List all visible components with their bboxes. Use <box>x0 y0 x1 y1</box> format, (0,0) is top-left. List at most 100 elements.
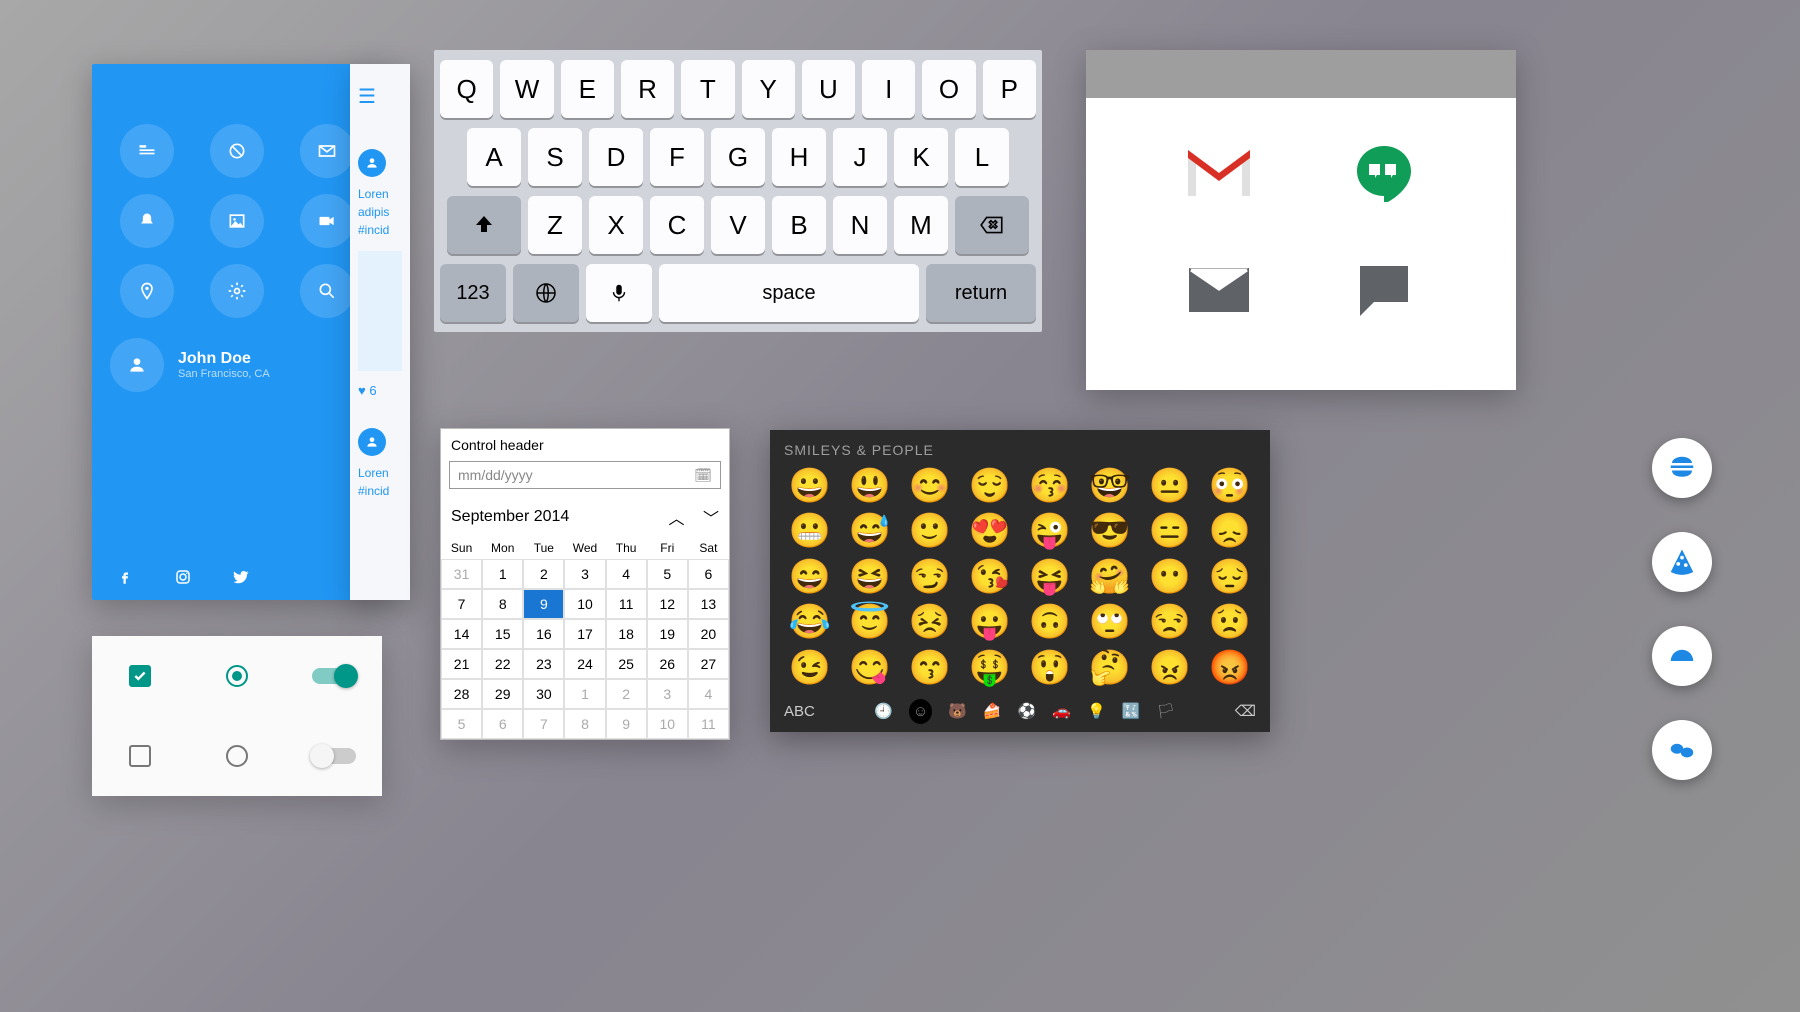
key-a[interactable]: A <box>467 128 521 186</box>
mic-key[interactable] <box>586 264 652 322</box>
key-z[interactable]: Z <box>528 196 582 254</box>
pizza-fab[interactable] <box>1652 532 1712 592</box>
emoji-cell[interactable]: 😍 <box>964 513 1016 550</box>
emoji-cell[interactable]: 😅 <box>844 513 896 550</box>
calendar-day[interactable]: 12 <box>647 589 688 619</box>
emoji-cell[interactable]: 😋 <box>844 650 896 687</box>
sushi-fab[interactable] <box>1652 720 1712 780</box>
key-r[interactable]: R <box>621 60 674 118</box>
calendar-day[interactable]: 9 <box>606 709 647 739</box>
abc-button[interactable]: ABC <box>784 703 815 720</box>
prev-month-icon[interactable]: ︿ <box>669 511 685 528</box>
travel-category-icon[interactable]: 🚗 <box>1052 702 1071 720</box>
emoji-cell[interactable]: 😀 <box>784 468 836 505</box>
like-count[interactable]: ♥ 6 <box>358 383 402 398</box>
calendar-day[interactable]: 3 <box>564 559 605 589</box>
calendar-day[interactable]: 8 <box>564 709 605 739</box>
recent-category-icon[interactable]: 🕘 <box>874 702 893 720</box>
calendar-day[interactable]: 7 <box>523 709 564 739</box>
emoji-cell[interactable]: 😐 <box>1144 468 1196 505</box>
calendar-day[interactable]: 13 <box>688 589 729 619</box>
key-u[interactable]: U <box>802 60 855 118</box>
symbols-category-icon[interactable]: 🔣 <box>1122 702 1141 720</box>
key-k[interactable]: K <box>894 128 948 186</box>
twitter-icon[interactable] <box>232 568 250 586</box>
key-w[interactable]: W <box>500 60 553 118</box>
calendar-day[interactable]: 30 <box>523 679 564 709</box>
objects-category-icon[interactable]: 💡 <box>1087 702 1106 720</box>
calendar-day[interactable]: 31 <box>441 559 482 589</box>
calendar-day[interactable]: 6 <box>688 559 729 589</box>
feed-icon[interactable] <box>120 124 174 178</box>
emoji-cell[interactable]: 😠 <box>1144 650 1196 687</box>
calendar-day[interactable]: 10 <box>647 709 688 739</box>
instagram-icon[interactable] <box>174 568 192 586</box>
emoji-cell[interactable]: 🙄 <box>1084 604 1136 641</box>
key-s[interactable]: S <box>528 128 582 186</box>
calendar-day[interactable]: 23 <box>523 649 564 679</box>
video-icon[interactable] <box>300 194 354 248</box>
key-j[interactable]: J <box>833 128 887 186</box>
animals-category-icon[interactable]: 🐻 <box>948 702 967 720</box>
calendar-day[interactable]: 24 <box>564 649 605 679</box>
emoji-cell[interactable]: 😶 <box>1144 559 1196 596</box>
gmail-icon[interactable] <box>1166 144 1271 202</box>
radio-unselected[interactable] <box>226 745 248 767</box>
space-key[interactable]: space <box>659 264 919 322</box>
calendar-day[interactable]: 18 <box>606 619 647 649</box>
calendar-day[interactable]: 11 <box>688 709 729 739</box>
emoji-cell[interactable]: 😟 <box>1204 604 1256 641</box>
burger-fab[interactable] <box>1652 438 1712 498</box>
emoji-cell[interactable]: 😄 <box>784 559 836 596</box>
calendar-day[interactable]: 16 <box>523 619 564 649</box>
hangouts-icon[interactable] <box>1331 144 1436 202</box>
emoji-cell[interactable]: 🙃 <box>1024 604 1076 641</box>
key-l[interactable]: L <box>955 128 1009 186</box>
image-icon[interactable] <box>210 194 264 248</box>
emoji-cell[interactable]: 🤗 <box>1084 559 1136 596</box>
emoji-cell[interactable]: 😞 <box>1204 513 1256 550</box>
switch-off[interactable] <box>312 748 356 764</box>
emoji-cell[interactable]: 😛 <box>964 604 1016 641</box>
key-f[interactable]: F <box>650 128 704 186</box>
block-icon[interactable] <box>210 124 264 178</box>
key-i[interactable]: I <box>862 60 915 118</box>
profile-row[interactable]: John Doe San Francisco, CA <box>92 328 382 402</box>
calendar-day[interactable]: 2 <box>606 679 647 709</box>
emoji-cell[interactable]: 😘 <box>964 559 1016 596</box>
key-o[interactable]: O <box>922 60 975 118</box>
emoji-cell[interactable]: 😑 <box>1144 513 1196 550</box>
menu-icon[interactable]: ☰ <box>358 84 402 109</box>
next-month-icon[interactable]: ﹀ <box>703 511 719 528</box>
calendar-day[interactable]: 25 <box>606 649 647 679</box>
key-e[interactable]: E <box>561 60 614 118</box>
pin-icon[interactable] <box>120 264 174 318</box>
key-d[interactable]: D <box>589 128 643 186</box>
calendar-day[interactable]: 4 <box>606 559 647 589</box>
emoji-cell[interactable]: 😙 <box>904 650 956 687</box>
calendar-day[interactable]: 26 <box>647 649 688 679</box>
calendar-day[interactable]: 3 <box>647 679 688 709</box>
key-c[interactable]: C <box>650 196 704 254</box>
calendar-day[interactable]: 2 <box>523 559 564 589</box>
emoji-cell[interactable]: 😊 <box>904 468 956 505</box>
calendar-day[interactable]: 17 <box>564 619 605 649</box>
calendar-day[interactable]: 5 <box>441 709 482 739</box>
calendar-day[interactable]: 1 <box>564 679 605 709</box>
activity-category-icon[interactable]: ⚽ <box>1018 702 1037 720</box>
emoji-cell[interactable]: 😆 <box>844 559 896 596</box>
calendar-day[interactable]: 15 <box>482 619 523 649</box>
date-input[interactable]: mm/dd/yyyy 🗓 <box>449 461 721 489</box>
key-b[interactable]: B <box>772 196 826 254</box>
emoji-cell[interactable]: 😃 <box>844 468 896 505</box>
globe-key[interactable] <box>513 264 579 322</box>
emoji-cell[interactable]: 😳 <box>1204 468 1256 505</box>
key-x[interactable]: X <box>589 196 643 254</box>
emoji-cell[interactable]: 😣 <box>904 604 956 641</box>
calendar-day[interactable]: 1 <box>482 559 523 589</box>
key-t[interactable]: T <box>681 60 734 118</box>
emoji-cell[interactable]: 🙂 <box>904 513 956 550</box>
calendar-day[interactable]: 7 <box>441 589 482 619</box>
emoji-cell[interactable]: 😚 <box>1024 468 1076 505</box>
switch-on[interactable] <box>312 668 356 684</box>
